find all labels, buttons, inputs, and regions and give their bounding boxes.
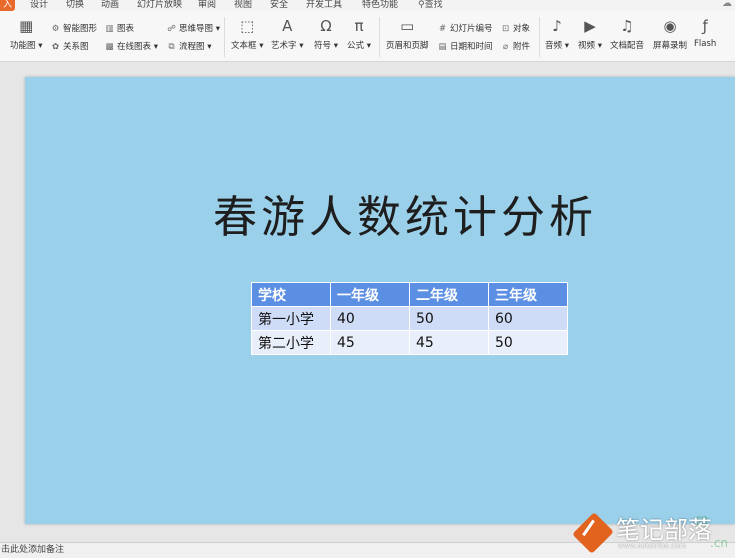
table-cell[interactable]: 50 [488, 330, 568, 355]
table-cell[interactable]: 45 [409, 330, 489, 355]
search-box[interactable]: ⚲查找 [418, 0, 443, 11]
online-chart-button[interactable]: ▩ 在线图表 ▾ [104, 40, 158, 52]
tab-special[interactable]: 特色功能 [362, 0, 398, 11]
record-icon: ◉ [663, 17, 677, 35]
table-header-cell[interactable]: 一年级 [330, 282, 410, 307]
tab-transition[interactable]: 切换 [66, 0, 84, 11]
slide-workspace: 春游人数统计分析 学校 一年级 二年级 三年级 第一小学 40 50 60 第二… [0, 62, 735, 542]
ribbon-divider [379, 17, 380, 57]
tab-review[interactable]: 审阅 [198, 0, 216, 11]
object-button[interactable]: ⊡ 对象 [500, 22, 530, 34]
slide-canvas[interactable]: 春游人数统计分析 学校 一年级 二年级 三年级 第一小学 40 50 60 第二… [25, 77, 735, 524]
mind-map-icon: ☍ [167, 24, 176, 34]
tab-animation[interactable]: 动画 [101, 0, 119, 11]
data-table[interactable]: 学校 一年级 二年级 三年级 第一小学 40 50 60 第二小学 45 45 … [251, 282, 568, 355]
textbox-button[interactable]: ⬚ 文本框 ▾ [231, 17, 263, 51]
menu-bar: 入 设计 切换 动画 幻灯片放映 审阅 视图 安全 开发工具 特色功能 ⚲查找 … [0, 0, 735, 11]
table-cell[interactable]: 第一小学 [251, 306, 331, 331]
search-icon: ⚲ [418, 0, 425, 10]
speaker-icon: ♪ [552, 17, 562, 35]
symbol-button[interactable]: Ω 符号 ▾ [314, 17, 338, 51]
table-cell[interactable]: 60 [488, 306, 568, 331]
table-cell[interactable]: 40 [330, 306, 410, 331]
notes-placeholder: 击此处添加备注 [1, 545, 65, 555]
screen-record-button[interactable]: ◉ 屏幕录制 [653, 17, 687, 51]
relation-chart-button[interactable]: ✿ 关系图 [50, 40, 89, 52]
slide-number-icon: # [438, 24, 447, 34]
object-icon: ⊡ [501, 24, 510, 34]
slide-number-button[interactable]: # 幻灯片编号 [437, 22, 493, 34]
relation-chart-icon: ✿ [51, 42, 60, 52]
pi-icon: π [354, 17, 364, 35]
watermark-name: 笔记部落 [616, 516, 712, 544]
wordart-icon: A [282, 17, 293, 35]
tab-security[interactable]: 安全 [270, 0, 288, 11]
flow-chart-button[interactable]: ⧉ 流程图 ▾ [166, 40, 211, 52]
table-header-cell[interactable]: 二年级 [409, 282, 489, 307]
watermark-url: www.notetribe.com [618, 542, 687, 550]
ribbon-toolbar: ▦ 功能图 ▾ ⚙ 智能图形 ✿ 关系图 ▥ 图表 ▩ 在线图表 ▾ ☍ 思维导图 ▾ ⧉… [0, 11, 735, 62]
date-time-button[interactable]: ▤ 日期和时间 [437, 40, 492, 52]
chart-button[interactable]: ▥ 图表 [104, 22, 134, 34]
table-header-cell[interactable]: 三年级 [488, 282, 568, 307]
flow-chart-icon: ⧉ [168, 42, 175, 52]
table-row: 第二小学 45 45 50 [251, 330, 568, 355]
table-cell[interactable]: 45 [330, 330, 410, 355]
watermark-faint-text: .cn [710, 536, 729, 550]
table-header-cell[interactable]: 学校 [251, 282, 331, 307]
func-chart-icon: ▦ [19, 17, 34, 35]
video-icon: ▶ [584, 17, 596, 35]
func-chart-button[interactable]: ▦ 功能图 ▾ [10, 17, 42, 51]
omega-icon: Ω [320, 17, 332, 35]
watermark: 网 .cn 笔记部落 www.notetribe.com [572, 508, 735, 558]
calendar-icon: ▤ [438, 42, 447, 52]
wordart-button[interactable]: A 艺术字 ▾ [271, 17, 303, 51]
header-footer-icon: ▭ [400, 17, 415, 35]
flash-icon: ƒ [702, 17, 708, 35]
table-cell[interactable]: 第二小学 [251, 330, 331, 355]
cloud-icon[interactable]: ☁ [722, 0, 732, 9]
video-button[interactable]: ▶ 视频 ▾ [578, 17, 602, 51]
tab-design[interactable]: 设计 [30, 0, 48, 11]
attachment-button[interactable]: ⌀ 附件 [500, 40, 530, 52]
tab-insert[interactable]: 入 [0, 0, 16, 11]
table-row: 第一小学 40 50 60 [251, 306, 568, 331]
smart-shape-icon: ⚙ [51, 24, 60, 34]
slide-title[interactable]: 春游人数统计分析 [213, 181, 597, 245]
formula-button[interactable]: π 公式 ▾ [347, 17, 371, 51]
textbox-icon: ⬚ [240, 17, 255, 35]
online-chart-icon: ▩ [105, 42, 114, 52]
voiceover-button[interactable]: ♫ 文档配音 [610, 17, 644, 51]
ribbon-divider [224, 17, 225, 57]
table-cell[interactable]: 50 [409, 306, 489, 331]
mind-map-button[interactable]: ☍ 思维导图 ▾ [166, 22, 220, 34]
audio-button[interactable]: ♪ 音频 ▾ [545, 17, 569, 51]
table-header-row: 学校 一年级 二年级 三年级 [251, 282, 568, 307]
ribbon-divider [539, 17, 540, 57]
flash-button[interactable]: ƒ Flash [694, 17, 716, 49]
header-footer-button[interactable]: ▭ 页眉和页脚 [386, 17, 429, 51]
tab-developer[interactable]: 开发工具 [306, 0, 342, 11]
chart-icon: ▥ [105, 24, 114, 34]
paperclip-icon: ⌀ [502, 42, 509, 52]
voiceover-icon: ♫ [620, 17, 634, 35]
search-label: 查找 [424, 0, 443, 10]
tab-view[interactable]: 视图 [234, 0, 252, 11]
tab-slideshow[interactable]: 幻灯片放映 [137, 0, 182, 11]
smart-shape-button[interactable]: ⚙ 智能图形 [50, 22, 97, 34]
